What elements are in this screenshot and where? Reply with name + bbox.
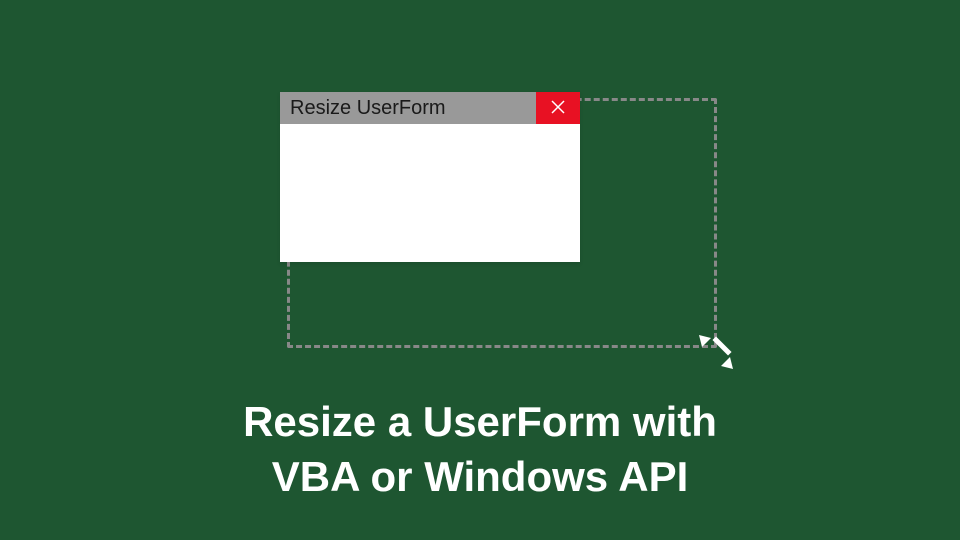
resize-handle-icon (696, 332, 736, 372)
close-button[interactable] (536, 92, 580, 124)
headline-line-2: VBA or Windows API (0, 450, 960, 505)
close-icon (551, 98, 565, 119)
userform-illustration: Resize UserForm (220, 98, 720, 358)
window-titlebar[interactable]: Resize UserForm (280, 92, 580, 124)
headline-line-1: Resize a UserForm with (0, 395, 960, 450)
userform-window: Resize UserForm (280, 92, 580, 262)
headline: Resize a UserForm with VBA or Windows AP… (0, 395, 960, 504)
window-title: Resize UserForm (280, 97, 446, 120)
